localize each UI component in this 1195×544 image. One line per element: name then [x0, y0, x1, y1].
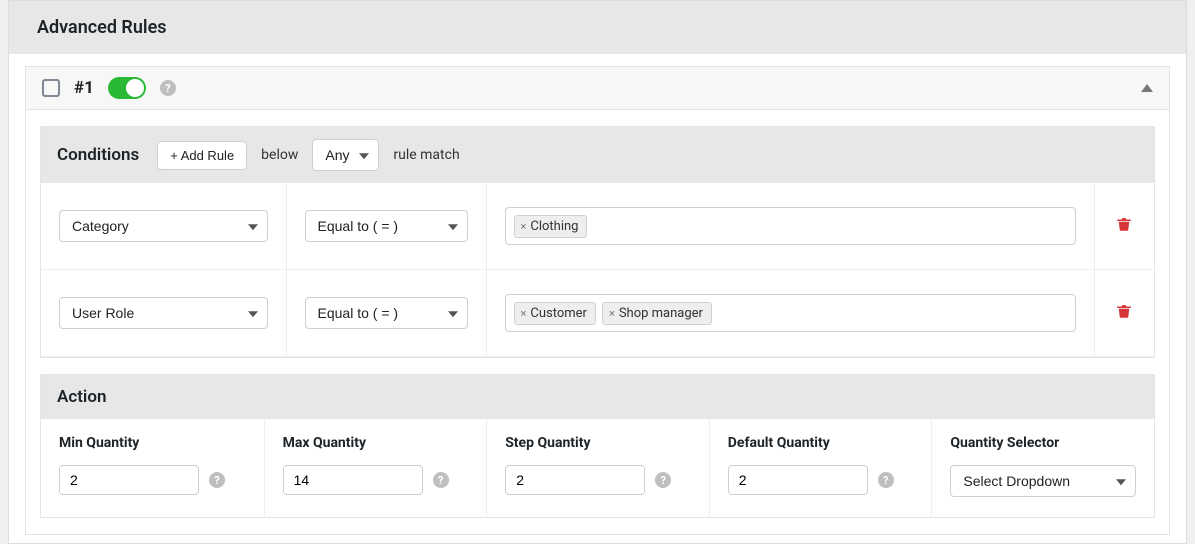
condition-field-select[interactable]: User Role [59, 297, 268, 329]
delete-row-button[interactable] [1115, 214, 1133, 238]
conditions-header: Conditions + Add Rule below Any rule mat… [41, 127, 1154, 183]
rule-header: #1 ? [26, 67, 1169, 110]
help-icon[interactable]: ? [160, 80, 176, 96]
max-quantity-input[interactable] [283, 465, 423, 495]
panel-title: Advanced Rules [9, 1, 1186, 54]
advanced-rules-panel: Advanced Rules #1 ? Conditions + Add Rul… [8, 0, 1187, 544]
condition-operator-select[interactable]: Equal to ( = ) [305, 297, 468, 329]
help-icon[interactable]: ? [433, 472, 449, 488]
rule-enable-toggle[interactable] [108, 77, 146, 99]
collapse-icon[interactable] [1141, 84, 1153, 92]
conditions-table: Category Equal to ( = ) ×Clot [41, 183, 1154, 357]
match-mode-select-wrap: Any [312, 139, 379, 171]
condition-tag-input[interactable]: ×Customer ×Shop manager [505, 294, 1076, 332]
table-row: User Role Equal to ( = ) ×Cus [41, 270, 1154, 357]
tag-remove-icon[interactable]: × [521, 307, 527, 320]
help-icon[interactable]: ? [878, 472, 894, 488]
conditions-below-text: below [261, 147, 298, 163]
delete-row-button[interactable] [1115, 301, 1133, 325]
condition-field-select-wrap: User Role [59, 297, 268, 329]
trash-icon [1115, 301, 1133, 321]
action-grid: Min Quantity ? Max Quantity ? Step Quant… [41, 419, 1154, 517]
action-title: Action [57, 387, 106, 407]
rule-checkbox[interactable] [42, 79, 60, 97]
match-mode-select[interactable]: Any [312, 139, 379, 171]
conditions-panel: Conditions + Add Rule below Any rule mat… [40, 126, 1155, 358]
condition-operator-select-wrap: Equal to ( = ) [305, 297, 468, 329]
max-quantity-cell: Max Quantity ? [264, 419, 487, 517]
min-quantity-label: Min Quantity [59, 435, 246, 451]
rule-number: #1 [74, 78, 94, 98]
condition-operator-select-wrap: Equal to ( = ) [305, 210, 468, 242]
tag-remove-icon[interactable]: × [521, 220, 527, 233]
max-quantity-label: Max Quantity [283, 435, 469, 451]
table-row: Category Equal to ( = ) ×Clot [41, 183, 1154, 270]
condition-field-select[interactable]: Category [59, 210, 268, 242]
condition-operator-select[interactable]: Equal to ( = ) [305, 210, 468, 242]
add-rule-button[interactable]: + Add Rule [157, 141, 247, 170]
condition-tag-input[interactable]: ×Clothing [505, 207, 1076, 245]
tag-remove-icon[interactable]: × [609, 307, 615, 320]
default-quantity-cell: Default Quantity ? [709, 419, 932, 517]
quantity-selector-select-wrap: Select Dropdown [950, 465, 1136, 497]
tag: ×Clothing [514, 215, 588, 238]
default-quantity-input[interactable] [728, 465, 868, 495]
tag: ×Shop manager [602, 302, 712, 325]
trash-icon [1115, 214, 1133, 234]
tag: ×Customer [514, 302, 596, 325]
condition-field-select-wrap: Category [59, 210, 268, 242]
step-quantity-cell: Step Quantity ? [486, 419, 709, 517]
min-quantity-cell: Min Quantity ? [41, 419, 264, 517]
step-quantity-input[interactable] [505, 465, 645, 495]
help-icon[interactable]: ? [209, 472, 225, 488]
help-icon[interactable]: ? [655, 472, 671, 488]
conditions-rule-match-text: rule match [393, 147, 459, 163]
min-quantity-input[interactable] [59, 465, 199, 495]
quantity-selector-label: Quantity Selector [950, 435, 1136, 451]
quantity-selector-cell: Quantity Selector Select Dropdown [931, 419, 1154, 517]
conditions-title: Conditions [57, 145, 139, 165]
step-quantity-label: Step Quantity [505, 435, 691, 451]
quantity-selector-select[interactable]: Select Dropdown [950, 465, 1136, 497]
action-panel: Action Min Quantity ? Max Quantity ? [40, 374, 1155, 518]
default-quantity-label: Default Quantity [728, 435, 914, 451]
rule-block: #1 ? Conditions + Add Rule below Any rul… [25, 66, 1170, 535]
action-header: Action [41, 375, 1154, 419]
